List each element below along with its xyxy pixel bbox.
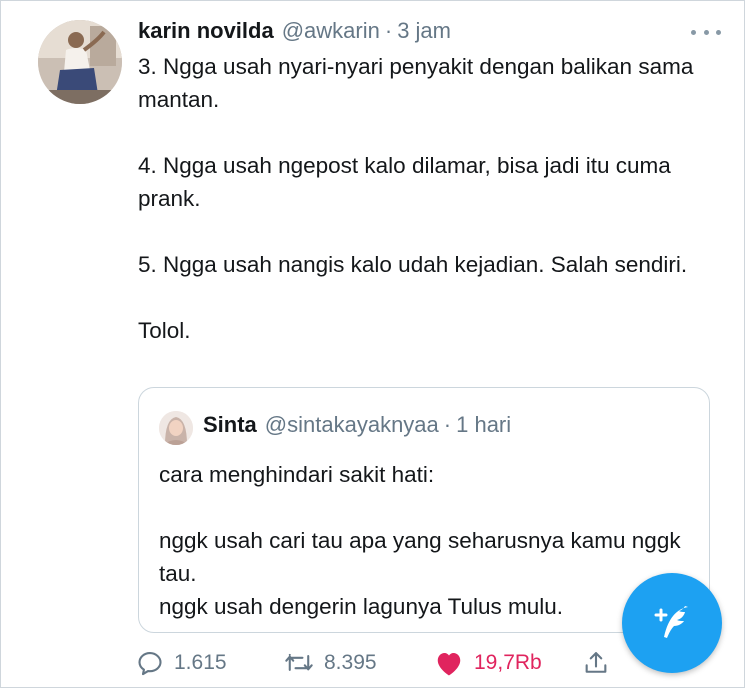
more-dots-icon[interactable]	[691, 22, 721, 42]
tweet-header: karin novilda @awkarin · 3 jam	[138, 18, 451, 48]
tweet-paragraph: 3. Ngga usah nyari-nyari penyakit dengan…	[138, 54, 694, 112]
separator-dot: ·	[384, 18, 393, 43]
retweet-count: 8.395	[324, 651, 377, 674]
retweet-button[interactable]: 8.395	[284, 646, 377, 680]
heart-icon	[437, 653, 461, 676]
quoted-tweet-header: Sinta @sintakayaknyaa · 1 hari	[203, 412, 511, 438]
author-name[interactable]: karin novilda	[138, 18, 274, 44]
separator-dot: ·	[443, 412, 452, 437]
quoted-paragraph: cara menghindari sakit hati:	[159, 462, 435, 487]
quoted-tweet-timestamp: 1 hari	[456, 412, 512, 437]
quoted-author-name: Sinta	[203, 412, 257, 437]
reply-icon	[138, 652, 162, 676]
compose-tweet-button[interactable]	[622, 573, 722, 673]
share-button[interactable]	[582, 646, 610, 680]
tweet-paragraph: Tolol.	[138, 318, 191, 343]
tweet-text: 3. Ngga usah nyari-nyari penyakit dengan…	[138, 50, 718, 347]
author-avatar[interactable]	[38, 20, 122, 104]
quoted-author-handle: @sintakayaknyaa	[264, 412, 439, 437]
quoted-tweet[interactable]: Sinta @sintakayaknyaa · 1 hari cara meng…	[138, 387, 710, 633]
retweet-icon	[285, 653, 313, 671]
reply-count: 1.615	[174, 651, 227, 674]
tweet-actions: 1.615 8.395 19,7Rb	[136, 646, 616, 680]
quoted-paragraph: nggk usah cari tau apa yang seharusnya k…	[159, 528, 681, 619]
like-button[interactable]: 19,7Rb	[434, 646, 542, 680]
compose-tweet-icon	[654, 606, 688, 638]
author-handle[interactable]: @awkarin	[282, 18, 380, 44]
tweet-paragraph: 5. Ngga usah nangis kalo udah kejadian. …	[138, 252, 688, 277]
like-count: 19,7Rb	[474, 651, 542, 674]
quoted-author-avatar	[159, 411, 193, 445]
quoted-tweet-text: cara menghindari sakit hati: nggk usah c…	[159, 458, 699, 623]
tweet-paragraph: 4. Ngga usah ngepost kalo dilamar, bisa …	[138, 153, 671, 211]
reply-button[interactable]: 1.615	[136, 646, 227, 680]
share-icon	[585, 652, 607, 673]
tweet-timestamp[interactable]: 3 jam	[397, 18, 451, 44]
